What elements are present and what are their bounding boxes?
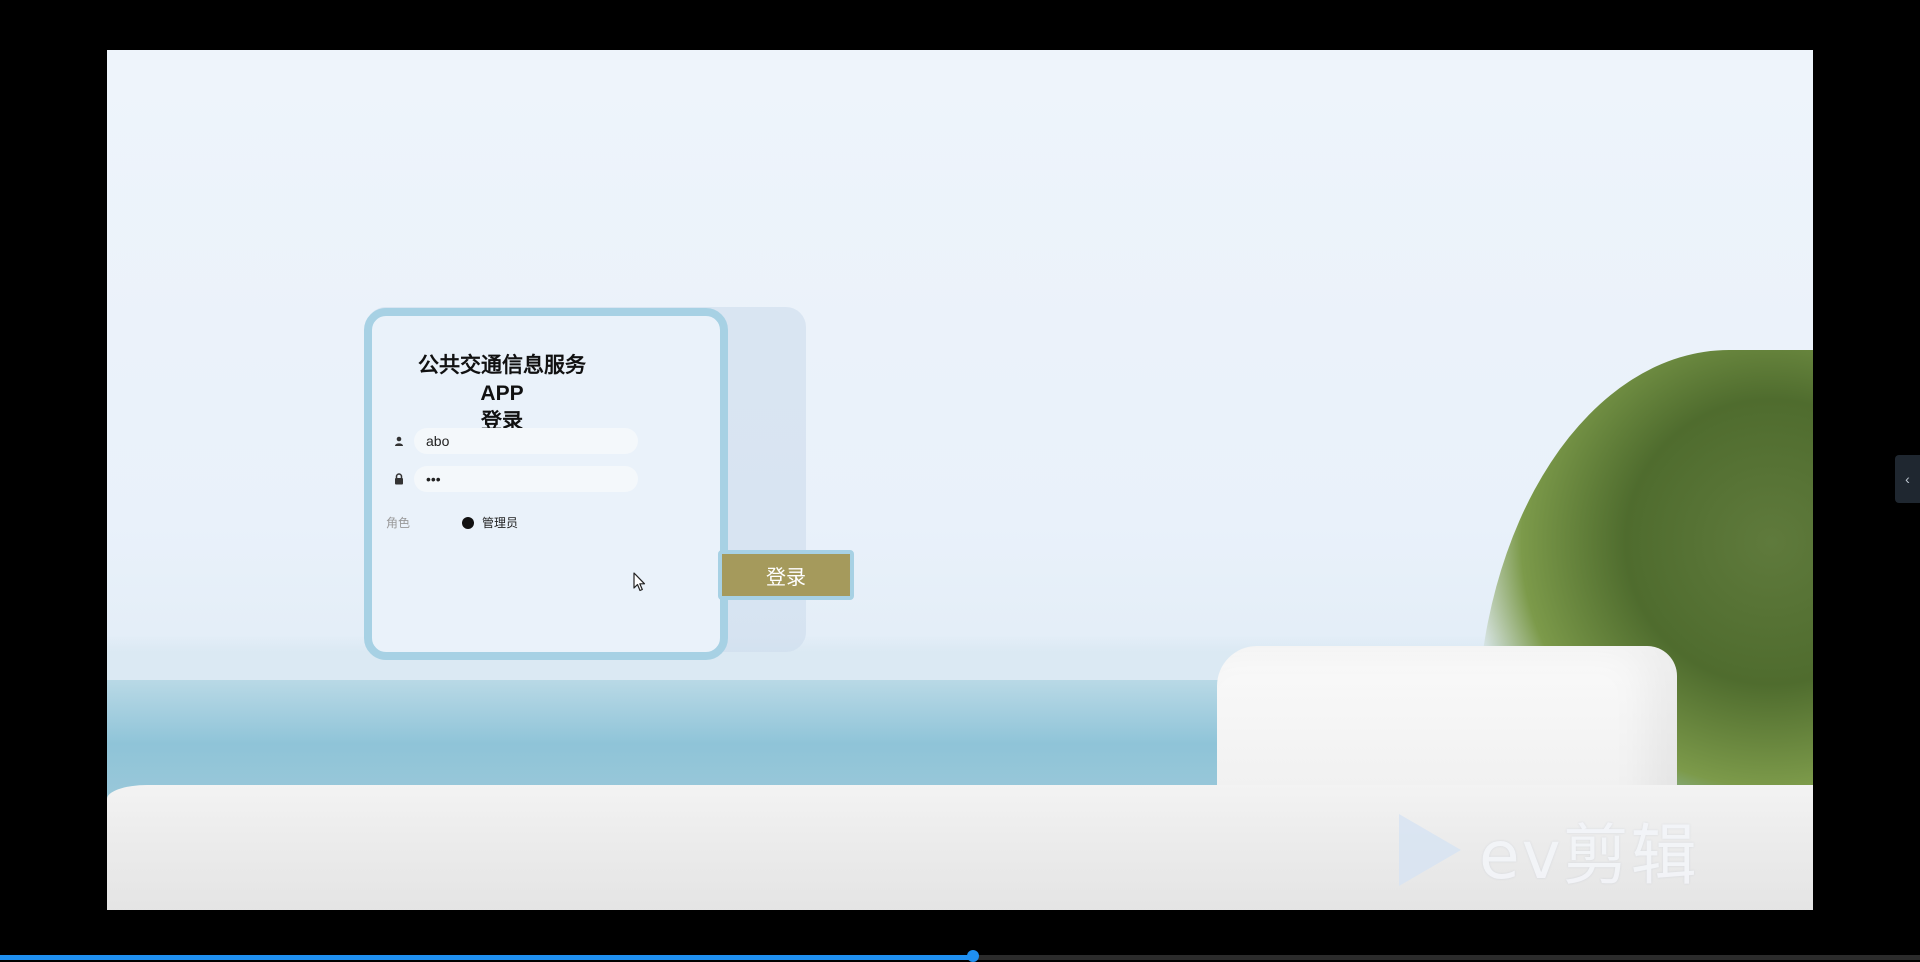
title-line-1: 公共交通信息服务APP xyxy=(418,354,586,405)
user-icon xyxy=(390,432,408,450)
video-viewport: ev剪辑 xyxy=(107,50,1813,910)
username-input[interactable] xyxy=(414,428,638,454)
progress-fill xyxy=(0,955,974,960)
role-option-label[interactable]: 管理员 xyxy=(482,514,518,531)
page-title: 公共交通信息服务APP 登录 xyxy=(402,352,602,436)
username-row xyxy=(390,428,638,454)
login-card: 公共交通信息服务APP 登录 角色 管理员 xyxy=(364,308,728,660)
watermark-text: ev剪辑 xyxy=(1479,817,1699,894)
login-button[interactable]: 登录 xyxy=(718,550,854,600)
play-icon xyxy=(1399,814,1461,886)
role-row: 角色 管理员 xyxy=(386,514,518,531)
watermark: ev剪辑 xyxy=(1399,802,1699,898)
chevron-left-icon: ‹ xyxy=(1905,471,1910,487)
collapse-panel-button[interactable]: ‹ xyxy=(1895,455,1920,503)
role-label: 角色 xyxy=(386,516,411,530)
role-radio-admin[interactable] xyxy=(462,516,474,529)
screen: ev剪辑 公共交通信息服务APP 登录 角色 管理员 登录 xyxy=(0,0,1920,962)
password-row xyxy=(390,466,638,492)
progress-knob[interactable] xyxy=(967,950,980,962)
lock-icon xyxy=(390,470,408,488)
password-input[interactable] xyxy=(414,466,638,492)
